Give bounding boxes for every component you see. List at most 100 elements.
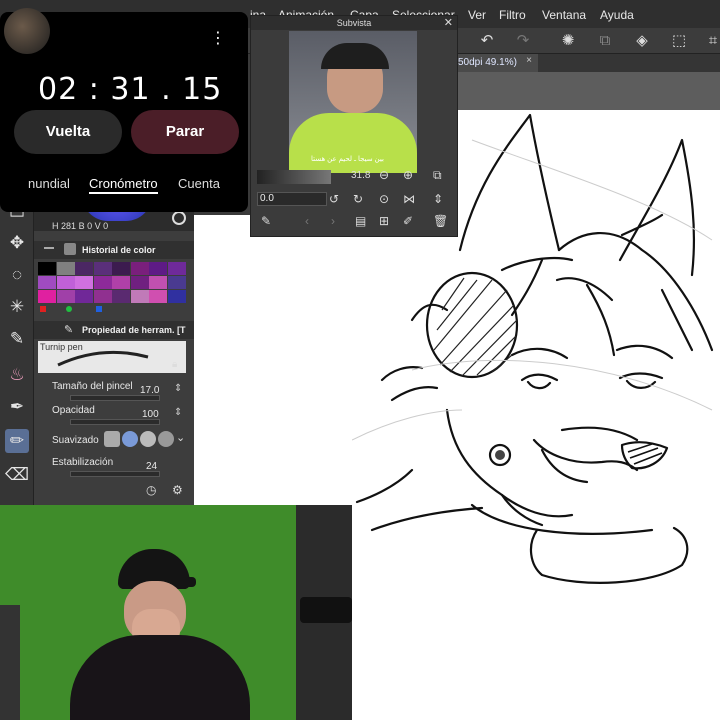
edit-image-icon[interactable]: ✐ <box>403 214 413 228</box>
zoom-in-icon[interactable]: ⊕ <box>403 168 413 182</box>
pen-icon[interactable]: ✒ <box>5 395 29 419</box>
color-history-grid <box>38 262 186 303</box>
opacity-stepper-icon[interactable]: ⇕ <box>174 407 182 418</box>
tool-column: ▭ ✥ ◌ ✳ ✎ ♨ ✒ ✏ ⌫ <box>0 195 34 505</box>
prev-icon[interactable]: ‹ <box>305 214 309 228</box>
color-swatch[interactable] <box>130 276 149 289</box>
rotate-left-icon[interactable]: ↺ <box>329 192 339 206</box>
smoothing-option-2[interactable] <box>122 431 138 447</box>
transform-icon[interactable]: ⧉ <box>596 32 614 50</box>
color-swatch[interactable] <box>75 262 93 275</box>
subview-zoom-value[interactable]: 31.8 <box>351 170 370 181</box>
close-icon[interactable]: × <box>526 55 532 66</box>
brush-preview[interactable]: Turnip pen <box>38 341 186 373</box>
color-swatch[interactable] <box>38 262 56 275</box>
color-swatch[interactable] <box>112 290 130 303</box>
webcam-background-left <box>0 605 20 720</box>
trash-icon[interactable]: 🗑︎ <box>433 214 448 228</box>
color-swatch[interactable] <box>56 290 75 303</box>
rotate-right-icon[interactable]: ↻ <box>353 192 363 206</box>
color-swatch[interactable] <box>112 262 130 275</box>
stop-button[interactable]: Parar <box>131 110 239 154</box>
loading-icon[interactable]: ✺ <box>559 32 577 50</box>
menu-item-filtro[interactable]: Filtro <box>499 8 526 22</box>
color-swatch[interactable] <box>56 262 75 275</box>
swatch-indicator-red <box>40 306 46 312</box>
cake-icon[interactable]: ♨ <box>5 363 29 387</box>
magic-wand-icon[interactable]: ✳ <box>5 295 29 319</box>
color-swatch[interactable] <box>75 290 93 303</box>
flip-icon[interactable]: ⋈ <box>403 192 415 206</box>
color-swatch[interactable] <box>93 276 112 289</box>
undo-icon[interactable]: ↶ <box>478 32 496 50</box>
drag-handle-icon[interactable] <box>44 247 54 249</box>
fit-vertical-icon[interactable]: ⇕ <box>433 192 443 206</box>
eyedropper-icon[interactable]: ✎ <box>261 214 271 228</box>
zoom-out-icon[interactable]: ⊖ <box>379 168 389 182</box>
color-swatch[interactable] <box>149 276 167 289</box>
redo-icon[interactable]: ↷ <box>514 32 532 50</box>
subview-photo: بين سيجا ـ لحيم عن هستا <box>289 31 417 173</box>
opacity-label: Opacidad <box>52 405 95 416</box>
pencil-icon[interactable]: ✏ <box>5 429 29 453</box>
smoothing-option-3[interactable] <box>140 431 156 447</box>
subview-brightness-bar[interactable] <box>257 170 331 184</box>
color-mode-icon[interactable] <box>172 211 186 225</box>
next-icon[interactable]: › <box>331 214 335 228</box>
color-swatch[interactable] <box>149 262 167 275</box>
chevron-down-icon[interactable]: ⌄ <box>176 431 185 444</box>
clock-icon[interactable]: ◷ <box>146 483 156 497</box>
menu-item-ventana[interactable]: Ventana <box>542 8 586 22</box>
color-swatch[interactable] <box>149 290 167 303</box>
color-swatch[interactable] <box>38 276 56 289</box>
close-icon[interactable]: ✕ <box>444 16 453 29</box>
color-swatch[interactable] <box>167 276 186 289</box>
canvas-backdrop <box>456 72 720 112</box>
smoothing-option-1[interactable] <box>104 431 120 447</box>
settings-icon[interactable]: ⚙︎ <box>172 483 183 497</box>
eyedropper-icon[interactable]: ✎ <box>5 327 29 351</box>
lock-icon[interactable]: 🔒︎ <box>172 359 177 370</box>
reset-icon[interactable]: ⊙ <box>379 192 389 206</box>
move-icon[interactable]: ✥ <box>5 231 29 255</box>
select-area-icon[interactable]: ⬚ <box>670 32 688 50</box>
color-swatch[interactable] <box>93 262 112 275</box>
swatch-indicator-green <box>66 306 72 312</box>
menu-item-ayuda[interactable]: Ayuda <box>600 8 634 22</box>
color-history-header[interactable]: Historial de color <box>34 241 194 259</box>
color-swatch[interactable] <box>56 276 75 289</box>
color-swatch[interactable] <box>167 262 186 275</box>
color-swatch[interactable] <box>167 290 186 303</box>
color-swatch[interactable] <box>75 276 93 289</box>
folder-icon[interactable]: ▤ <box>355 214 366 228</box>
tab-timer[interactable]: Cuenta <box>178 176 220 191</box>
brush-size-value[interactable]: 17.0 <box>140 385 159 396</box>
tab-world-clock[interactable]: nundial <box>28 176 70 191</box>
opacity-value[interactable]: 100 <box>142 409 159 420</box>
stabilization-value[interactable]: 24 <box>146 461 157 472</box>
add-image-icon[interactable]: ⊞ <box>379 214 389 228</box>
color-swatch[interactable] <box>130 262 149 275</box>
color-swatch[interactable] <box>130 290 149 303</box>
crop-icon[interactable]: ⌗ <box>704 32 720 50</box>
lap-button[interactable]: Vuelta <box>14 110 122 154</box>
subview-rotation-field[interactable]: 0.0 <box>257 192 327 206</box>
canvas-tab[interactable]: 50dpi 49.1%) × <box>456 54 538 72</box>
smoothing-options[interactable]: ⌄ <box>104 429 188 449</box>
fit-icon[interactable]: ⧉ <box>433 168 442 183</box>
color-swatch[interactable] <box>93 290 112 303</box>
tab-stopwatch[interactable]: Cronómetro <box>89 176 158 194</box>
menu-item-ver[interactable]: Ver <box>468 8 486 22</box>
smoothing-option-4[interactable] <box>158 431 174 447</box>
brush-size-label: Tamaño del pincel <box>52 381 133 392</box>
size-stepper-icon[interactable]: ⇕ <box>174 383 182 394</box>
eraser-icon[interactable]: ⌫ <box>5 463 29 487</box>
earring-gem <box>495 450 505 460</box>
color-swatch[interactable] <box>38 290 56 303</box>
more-icon[interactable]: ⋮ <box>210 28 226 48</box>
color-swatch[interactable] <box>112 276 130 289</box>
tool-property-header[interactable]: Propiedad de herram. [T <box>34 321 194 339</box>
fill-icon[interactable]: ◈ <box>633 32 651 50</box>
swatch-indicator-blue <box>96 306 102 312</box>
lasso-icon[interactable]: ◌ <box>5 263 29 287</box>
